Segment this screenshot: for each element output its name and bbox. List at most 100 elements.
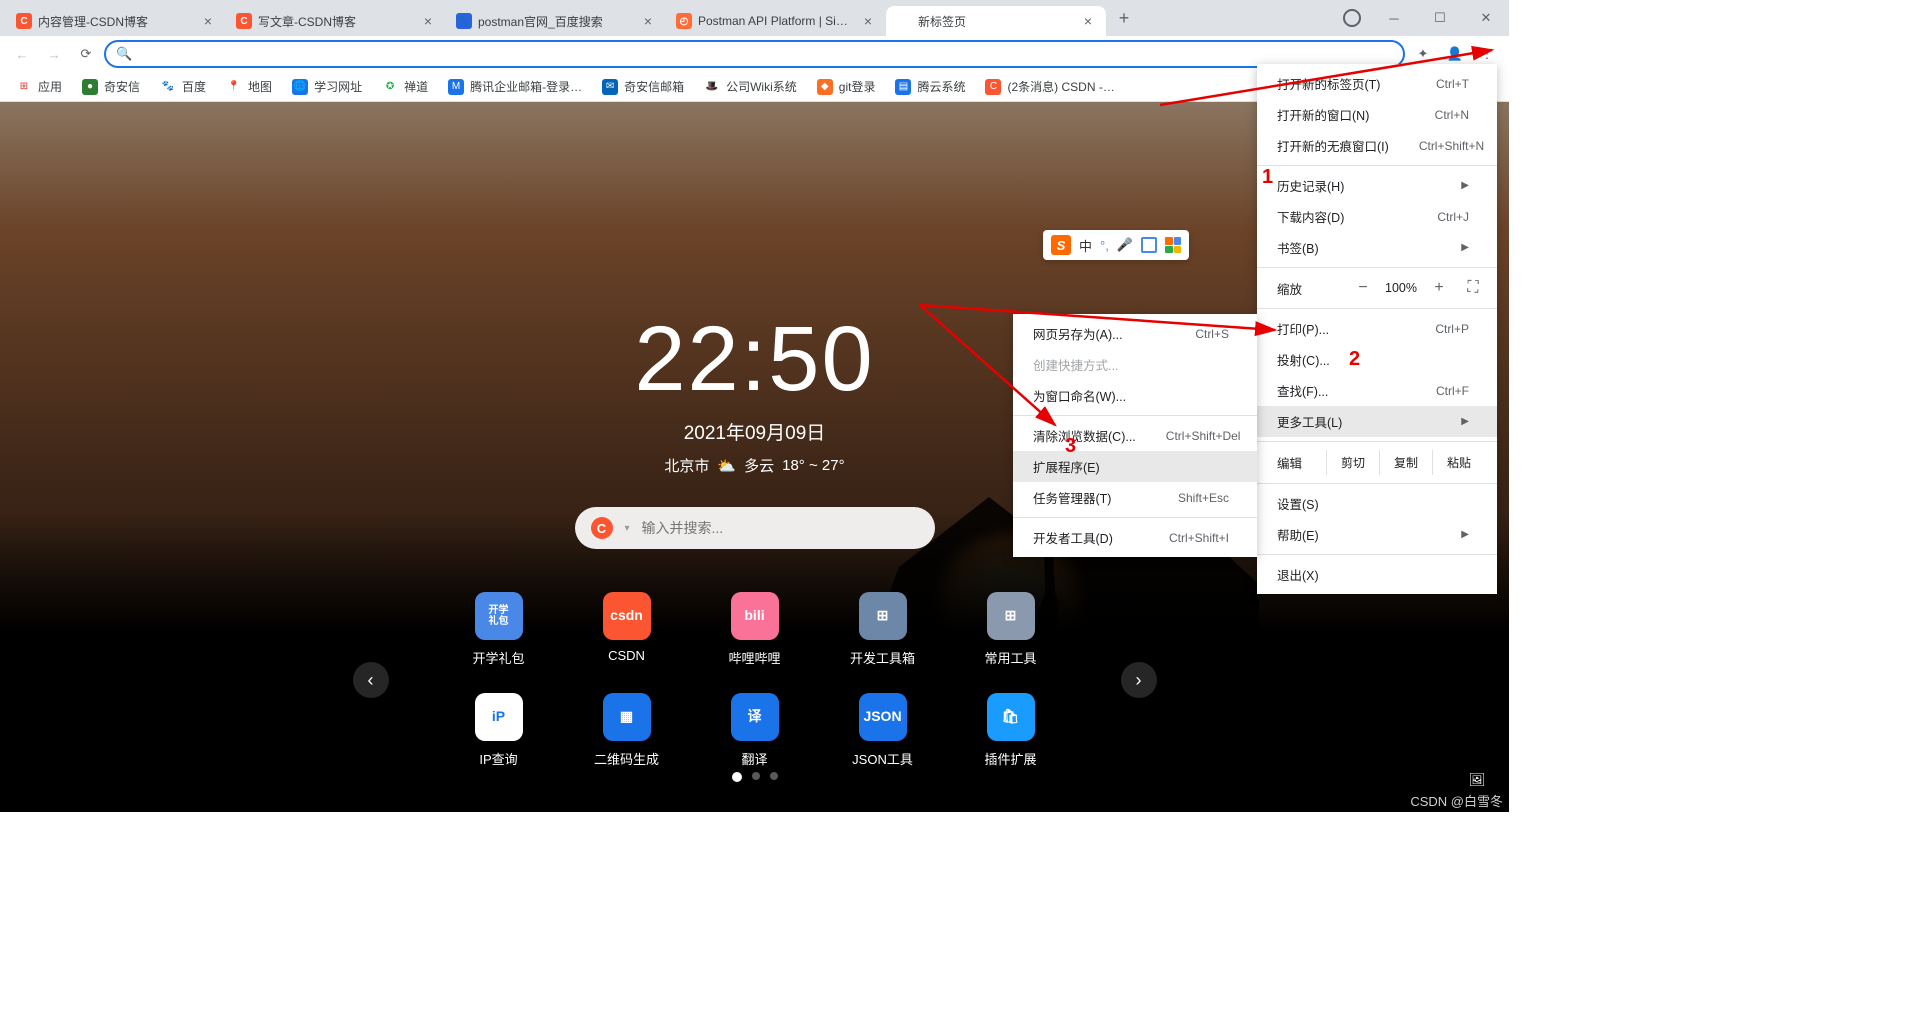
zoom-in-button[interactable]: + [1427, 276, 1451, 300]
bookmark-9[interactable]: ◆git登录 [809, 75, 884, 98]
bookmark-0[interactable]: ⊞应用 [8, 75, 70, 98]
bookmark-2[interactable]: 🐾百度 [152, 75, 214, 98]
bookmark-5[interactable]: ✪ 禅道 [374, 75, 436, 98]
bookmark-icon: 🎩 [704, 79, 720, 95]
paste-button[interactable]: 粘贴 [1432, 450, 1485, 475]
ime-keyboard-icon[interactable] [1141, 237, 1157, 253]
shortcut-label: JSON工具 [852, 749, 913, 768]
shortcut-8[interactable]: JSON JSON工具 [843, 693, 923, 768]
menu-history[interactable]: 历史记录(H)▶ [1257, 170, 1497, 201]
menu-bookmarks[interactable]: 书签(B)▶ [1257, 232, 1497, 263]
dot-2[interactable] [752, 772, 760, 780]
bookmark-4[interactable]: 🌐学习网址 [284, 75, 370, 98]
fullscreen-button[interactable]: ⛶ [1461, 276, 1485, 300]
bookmark-3[interactable]: 📍地图 [218, 75, 280, 98]
shortcut-icon: csdn [603, 592, 651, 640]
menu-downloads[interactable]: 下载内容(D)Ctrl+J [1257, 201, 1497, 232]
weather-row: 北京市 ⛅ 多云 18° ~ 27° [634, 455, 874, 476]
menu-settings[interactable]: 设置(S) [1257, 488, 1497, 519]
submenu-extensions[interactable]: 扩展程序(E) [1013, 451, 1257, 482]
bookmark-10[interactable]: ▤腾云系统 [887, 75, 973, 98]
menu-new-incognito[interactable]: 打开新的无痕窗口(I)Ctrl+Shift+N [1257, 130, 1497, 161]
bookmark-7[interactable]: ✉奇安信邮箱 [594, 75, 692, 98]
dot-3[interactable] [770, 772, 778, 780]
menu-new-tab[interactable]: 打开新的标签页(T)Ctrl+T [1257, 68, 1497, 99]
dot-1[interactable] [732, 772, 742, 782]
menu-cast[interactable]: 投射(C)... [1257, 344, 1497, 375]
tab-2[interactable]: 🐾 postman官网_百度搜索 × [446, 6, 666, 36]
minimize-button[interactable]: ─ [1371, 0, 1417, 36]
submenu-create-shortcut[interactable]: 创建快捷方式... [1013, 349, 1257, 380]
ntp-search-input[interactable] [642, 520, 919, 536]
ime-lang[interactable]: 中 [1079, 236, 1092, 255]
tab-title: Postman API Platform | Sign U [698, 14, 854, 28]
reload-button[interactable]: ⟳ [72, 40, 100, 68]
menu-new-window[interactable]: 打开新的窗口(N)Ctrl+N [1257, 99, 1497, 130]
zoom-out-button[interactable]: − [1351, 276, 1375, 300]
tab-4[interactable]: 新标签页 × [886, 6, 1106, 36]
weather-icon: ⛅ [717, 457, 736, 475]
shortcut-5[interactable]: iP IP查询 [459, 693, 539, 768]
bookmark-1[interactable]: ●奇安信 [74, 75, 148, 98]
bookmark-label: 奇安信 [104, 78, 140, 95]
menu-print[interactable]: 打印(P)...Ctrl+P [1257, 313, 1497, 344]
maximize-button[interactable]: ☐ [1417, 0, 1463, 36]
shortcut-7[interactable]: 译 翻译 [715, 693, 795, 768]
shortcut-label: 开学礼包 [472, 648, 524, 667]
overflow-menu: 打开新的标签页(T)Ctrl+T 打开新的窗口(N)Ctrl+N 打开新的无痕窗… [1257, 64, 1497, 594]
submenu-name-window[interactable]: 为窗口命名(W)... [1013, 380, 1257, 411]
tab-title: postman官网_百度搜索 [478, 13, 634, 30]
tab-3[interactable]: ◴ Postman API Platform | Sign U × [666, 6, 886, 36]
weather-temp: 18° ~ 27° [782, 457, 844, 474]
cut-button[interactable]: 剪切 [1326, 450, 1379, 475]
bookmark-label: 应用 [38, 78, 62, 95]
shortcut-4[interactable]: ⊞ 常用工具 [971, 592, 1051, 667]
menu-find[interactable]: 查找(F)...Ctrl+F [1257, 375, 1497, 406]
tab-0[interactable]: C 内容管理-CSDN博客 × [6, 6, 226, 36]
menu-edit-row: 编辑 剪切 复制 粘贴 [1257, 446, 1497, 479]
close-window-button[interactable]: ✕ [1463, 0, 1509, 36]
menu-exit[interactable]: 退出(X) [1257, 559, 1497, 590]
tab-close-button[interactable]: × [640, 13, 656, 29]
ime-punct-icon[interactable]: °, [1100, 238, 1109, 253]
ime-toolbar[interactable]: S 中 °, 🎤 [1043, 230, 1189, 260]
back-button[interactable]: ← [8, 40, 36, 68]
shortcuts-prev[interactable]: ‹ [353, 662, 389, 698]
tab-close-button[interactable]: × [860, 13, 876, 29]
shortcut-label: 哔哩哔哩 [728, 648, 780, 667]
shortcut-1[interactable]: csdn CSDN [587, 592, 667, 667]
tab-1[interactable]: C 写文章-CSDN博客 × [226, 6, 446, 36]
shortcut-0[interactable]: 开学 礼包 开学礼包 [459, 592, 539, 667]
bookmark-label: 地图 [248, 78, 272, 95]
bookmark-11[interactable]: C(2条消息) CSDN -… [977, 75, 1122, 98]
shortcuts-area: ‹ 开学 礼包 开学礼包 csdn CSDN bili 哔哩哔哩 ⊞ 开发工具箱 ⊞ 常… [353, 592, 1157, 768]
shortcuts-next[interactable]: › [1121, 662, 1157, 698]
tab-close-button[interactable]: × [1080, 13, 1096, 29]
bookmark-6[interactable]: M腾讯企业邮箱-登录… [440, 75, 590, 98]
menu-help[interactable]: 帮助(E)▶ [1257, 519, 1497, 550]
bookmark-label: 禅道 [404, 78, 428, 95]
bookmark-icon: ✪ [382, 79, 398, 95]
submenu-dev-tools[interactable]: 开发者工具(D)Ctrl+Shift+I [1013, 522, 1257, 553]
tab-close-button[interactable]: × [200, 13, 216, 29]
bookmark-8[interactable]: 🎩公司Wiki系统 [696, 75, 805, 98]
ntp-search-box[interactable]: C ▾ [575, 507, 935, 549]
shortcut-3[interactable]: ⊞ 开发工具箱 [843, 592, 923, 667]
submenu-clear-data[interactable]: 清除浏览数据(C)...Ctrl+Shift+Del [1013, 420, 1257, 451]
submenu-task-manager[interactable]: 任务管理器(T)Shift+Esc [1013, 482, 1257, 513]
menu-more-tools[interactable]: 更多工具(L)▶ [1257, 406, 1497, 437]
shortcut-6[interactable]: ▦ 二维码生成 [587, 693, 667, 768]
copy-button[interactable]: 复制 [1379, 450, 1432, 475]
forward-button[interactable]: → [40, 40, 68, 68]
shortcut-9[interactable]: 🛍 插件扩展 [971, 693, 1051, 768]
new-tab-button[interactable]: + [1110, 4, 1138, 32]
shortcut-icon: 🛍 [987, 693, 1035, 741]
submenu-save-as[interactable]: 网页另存为(A)...Ctrl+S [1013, 318, 1257, 349]
dropdown-icon[interactable]: ▾ [625, 523, 630, 534]
shortcut-2[interactable]: bili 哔哩哔哩 [715, 592, 795, 667]
tab-close-button[interactable]: × [420, 13, 436, 29]
bookmark-icon: C [985, 79, 1001, 95]
address-bar[interactable]: 🔍 [104, 40, 1405, 68]
ime-mic-icon[interactable]: 🎤 [1117, 237, 1133, 253]
ime-menu-icon[interactable] [1165, 237, 1181, 253]
